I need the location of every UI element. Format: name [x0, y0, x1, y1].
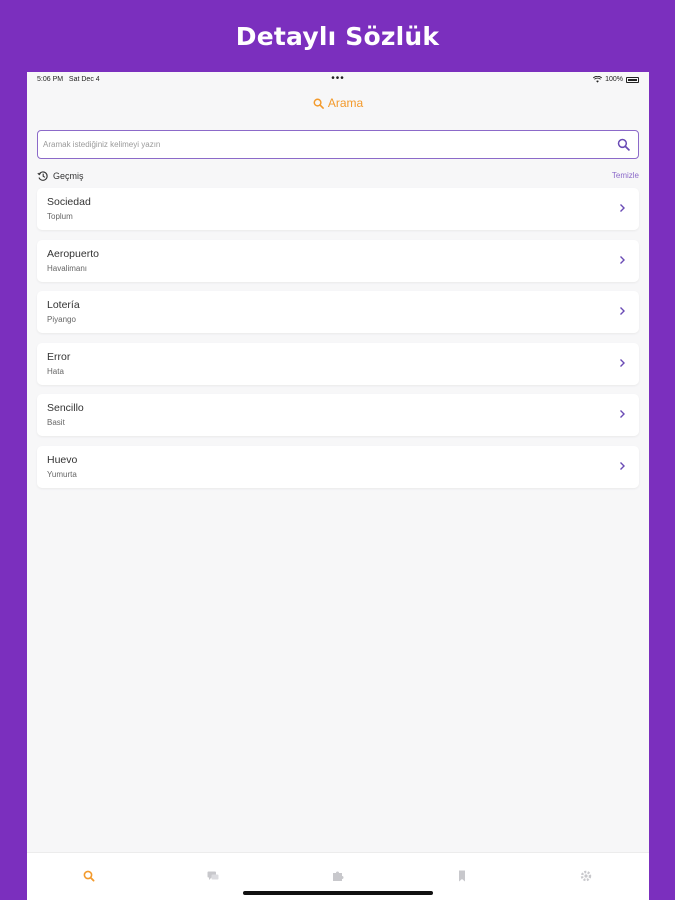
battery-icon: [626, 76, 639, 83]
history-item[interactable]: Lotería Piyango: [37, 291, 639, 333]
history-item[interactable]: Sencillo Basit: [37, 394, 639, 436]
history-item[interactable]: Sociedad Toplum: [37, 188, 639, 230]
item-meaning: Piyango: [47, 315, 76, 324]
chevron-right-icon: [620, 307, 625, 315]
item-meaning: Havalimanı: [47, 263, 88, 273]
search-box: [37, 130, 639, 159]
chevron-right-icon: [620, 204, 625, 212]
nav-title: Arama: [27, 96, 649, 110]
history-item[interactable]: Error Hata: [37, 342, 639, 385]
item-meaning: Hata: [47, 366, 64, 376]
history-title: Geçmiş: [53, 171, 84, 181]
status-right: 100%: [593, 76, 639, 83]
tab-chat-icon[interactable]: [206, 869, 220, 883]
tab-bar: [27, 852, 649, 900]
item-word: Lotería: [47, 299, 80, 311]
search-icon: [313, 98, 324, 109]
wifi-icon: [593, 76, 603, 83]
item-meaning: Toplum: [47, 212, 73, 221]
tab-bookmark-icon[interactable]: [455, 869, 469, 883]
chevron-right-icon: [620, 255, 625, 264]
item-meaning: Yumurta: [47, 469, 77, 479]
history-label: Geçmiş: [37, 170, 84, 182]
status-bar: 5:06 PM Sat Dec 4 ••• 100%: [27, 72, 649, 88]
battery-label: 100%: [605, 76, 623, 83]
status-time: 5:06 PM Sat Dec 4: [37, 76, 100, 83]
item-word: Huevo: [47, 453, 78, 466]
clear-history-button[interactable]: Temizle: [612, 171, 639, 180]
item-word: Aeropuerto: [47, 247, 99, 260]
tab-search-icon[interactable]: [82, 869, 96, 883]
history-header: Geçmiş Temizle: [37, 170, 639, 184]
search-button-icon[interactable]: [617, 138, 630, 151]
item-meaning: Basit: [47, 418, 65, 427]
multitasking-dots-icon: •••: [331, 73, 345, 84]
promo-title: Detaylı Sözlük: [235, 22, 440, 51]
history-item[interactable]: Aeropuerto Havalimanı: [37, 239, 639, 282]
chevron-right-icon: [620, 461, 625, 470]
tab-settings-gear-icon[interactable]: [579, 869, 593, 883]
history-clock-icon: [37, 171, 48, 181]
history-list: Sociedad Toplum Aeropuerto Havalimanı Lo…: [37, 188, 639, 497]
home-indicator[interactable]: [243, 891, 433, 895]
history-item[interactable]: Huevo Yumurta: [37, 445, 639, 488]
item-word: Error: [47, 350, 71, 363]
nav-title-label: Arama: [327, 96, 364, 110]
tab-puzzle-icon[interactable]: [331, 869, 345, 883]
chevron-right-icon: [620, 410, 625, 418]
chevron-right-icon: [620, 358, 625, 367]
search-input[interactable]: [38, 131, 608, 158]
device-screen: 5:06 PM Sat Dec 4 ••• 100% Arama Geçmiş …: [27, 72, 649, 900]
item-word: Sencillo: [47, 402, 84, 414]
item-word: Sociedad: [47, 196, 91, 208]
